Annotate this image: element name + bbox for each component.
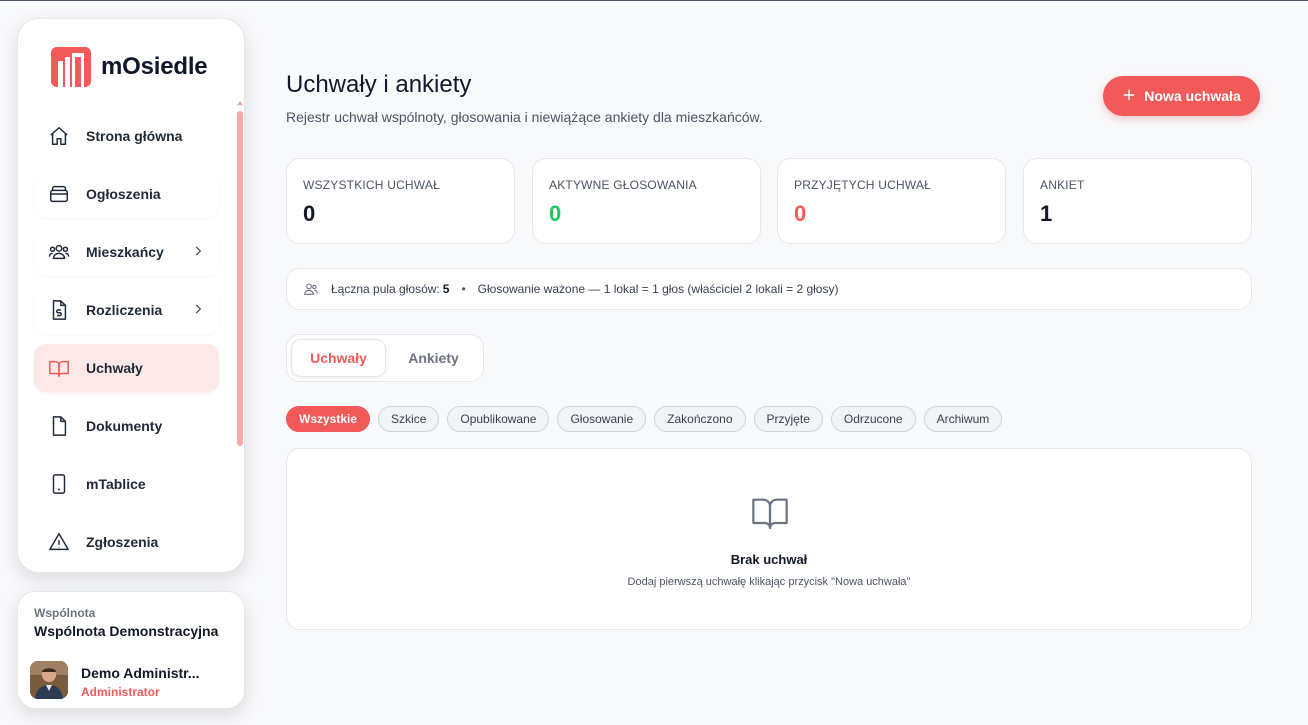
- filter-drafts[interactable]: Szkice: [378, 406, 440, 432]
- status-filters: Wszystkie Szkice Opublikowane Głosowanie…: [286, 406, 1003, 432]
- filter-published[interactable]: Opublikowane: [447, 406, 550, 432]
- book-icon: [48, 357, 70, 379]
- empty-state-title: Brak uchwał: [730, 552, 808, 567]
- page-subtitle: Rejestr uchwał wspólnoty, głosowania i n…: [286, 109, 763, 125]
- sidebar-item-label: Mieszkańcy: [86, 244, 164, 260]
- stat-value: 0: [549, 201, 562, 226]
- plus-icon: [1122, 88, 1136, 105]
- new-resolution-label: Nowa uchwała: [1144, 88, 1241, 104]
- sidebar-item-reports[interactable]: Zgłoszenia: [34, 518, 219, 566]
- user-role: Administrator: [81, 685, 160, 699]
- avatar[interactable]: [30, 661, 68, 699]
- users-icon: [303, 281, 319, 297]
- stat-card-surveys: ANKIET 1: [1023, 158, 1252, 244]
- sidebar-item-label: Strona główna: [86, 128, 183, 144]
- chevron-right-icon: [191, 244, 205, 263]
- separator: •: [461, 282, 466, 296]
- filter-voting[interactable]: Głosowanie: [557, 406, 647, 432]
- filter-finished[interactable]: Zakończono: [654, 406, 746, 432]
- document-icon: [48, 415, 70, 437]
- home-icon: [48, 125, 70, 147]
- stat-value: 0: [303, 201, 316, 226]
- stat-label: AKTYWNE GŁOSOWANIA: [549, 178, 697, 192]
- app-name: mOsiedle: [101, 53, 208, 80]
- logo[interactable]: mOsiedle: [51, 47, 208, 87]
- sidebar-item-announcements[interactable]: Ogłoszenia: [34, 170, 219, 218]
- sidebar-item-label: Dokumenty: [86, 418, 163, 434]
- sidebar-item-residents[interactable]: Mieszkańcy: [34, 228, 219, 276]
- sidebar-item-mtablice[interactable]: mTablice: [34, 460, 219, 508]
- logo-icon: [51, 47, 91, 87]
- community-card[interactable]: Wspólnota Wspólnota Demonstracyjna Demo …: [17, 591, 245, 709]
- sidebar-nav: Strona główna Ogłoszenia Mieszkańcy Rozl…: [34, 112, 219, 572]
- sidebar-item-label: Rozliczenia: [86, 302, 163, 318]
- filter-all[interactable]: Wszystkie: [286, 406, 371, 432]
- sidebar-item-billing[interactable]: Rozliczenia: [34, 286, 219, 334]
- sidebar-item-label: mTablice: [86, 476, 146, 492]
- scrollbar-thumb[interactable]: [237, 111, 243, 446]
- stat-value: 0: [794, 201, 807, 226]
- stat-value: 1: [1040, 201, 1053, 226]
- book-icon: [749, 493, 791, 538]
- stat-label: WSZYSTKICH UCHWAŁ: [303, 178, 440, 192]
- empty-state: Brak uchwał Dodaj pierwszą uchwałę klika…: [286, 448, 1252, 630]
- page-title: Uchwały i ankiety: [286, 71, 472, 98]
- inbox-icon: [48, 183, 70, 205]
- sidebar-item-resolutions[interactable]: Uchwały: [34, 344, 219, 392]
- stat-label: ANKIET: [1040, 178, 1085, 192]
- sidebar: mOsiedle Strona główna Ogłoszenia Mieszk…: [17, 18, 245, 573]
- community-name: Wspólnota Demonstracyjna: [34, 623, 219, 639]
- stat-label: PRZYJĘTYCH UCHWAŁ: [794, 178, 931, 192]
- vote-pool-note: Głosowanie ważone — 1 lokal = 1 głos (wł…: [477, 282, 839, 296]
- users-icon: [48, 241, 70, 263]
- sidebar-item-label: Ogłoszenia: [86, 186, 161, 202]
- sidebar-item-home[interactable]: Strona główna: [34, 112, 219, 160]
- sidebar-item-label: Uchwały: [86, 360, 143, 376]
- scroll-up-icon[interactable]: [237, 101, 243, 105]
- tab-surveys[interactable]: Ankiety: [388, 339, 479, 377]
- new-resolution-button[interactable]: Nowa uchwała: [1103, 76, 1260, 116]
- community-label: Wspólnota: [34, 606, 96, 620]
- stat-card-active-votes: AKTYWNE GŁOSOWANIA 0: [532, 158, 761, 244]
- user-name: Demo Administr...: [81, 665, 200, 681]
- tablet-icon: [48, 473, 70, 495]
- vote-pool-info: Łączna pula głosów: 5 • Głosowanie ważon…: [286, 268, 1252, 310]
- sidebar-item-label: Zgłoszenia: [86, 534, 159, 550]
- warning-icon: [48, 531, 70, 553]
- invoice-icon: [48, 299, 70, 321]
- empty-state-description: Dodaj pierwszą uchwałę klikając przycisk…: [627, 576, 911, 588]
- filter-archive[interactable]: Archiwum: [923, 406, 1003, 432]
- chevron-right-icon: [191, 302, 205, 321]
- filter-rejected[interactable]: Odrzucone: [830, 406, 916, 432]
- sidebar-item-documents[interactable]: Dokumenty: [34, 402, 219, 450]
- resolution-tabs: Uchwały Ankiety: [286, 334, 484, 382]
- sidebar-scrollbar[interactable]: [237, 101, 243, 561]
- vote-pool-label: Łączna pula głosów:: [331, 282, 440, 296]
- vote-pool-value: 5: [442, 282, 450, 296]
- tab-resolutions[interactable]: Uchwały: [291, 339, 386, 377]
- stat-card-adopted-resolutions: PRZYJĘTYCH UCHWAŁ 0: [777, 158, 1006, 244]
- filter-adopted[interactable]: Przyjęte: [753, 406, 823, 432]
- stat-card-all-resolutions: WSZYSTKICH UCHWAŁ 0: [286, 158, 515, 244]
